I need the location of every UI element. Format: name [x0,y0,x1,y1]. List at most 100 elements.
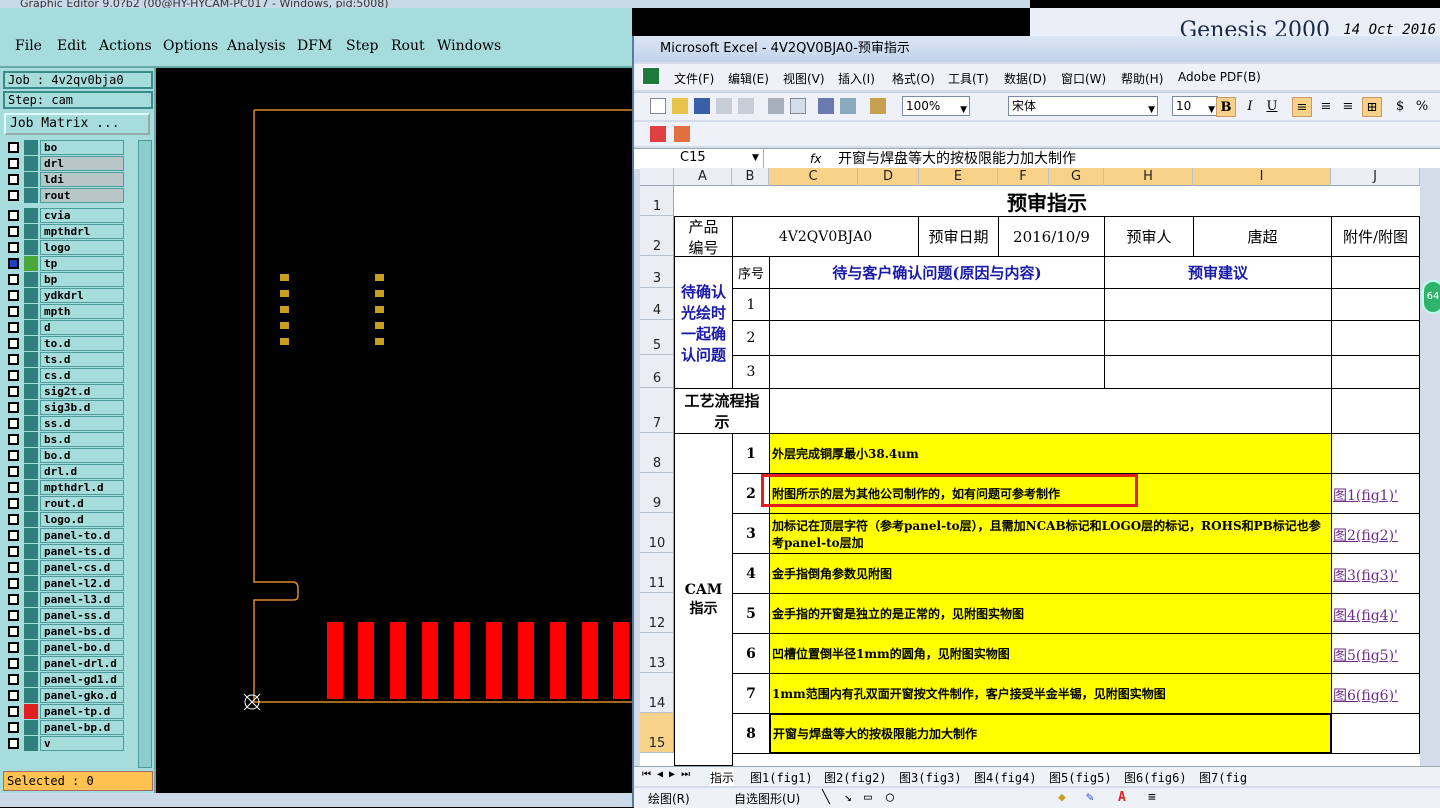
layer-name[interactable]: mpth [40,304,124,319]
pending-row-no[interactable]: 2 [732,320,770,356]
sheet-tab[interactable]: 图3(fig3) [899,769,962,786]
layer-checkbox[interactable] [8,690,19,701]
layer-checkbox[interactable] [8,626,19,637]
suggestion-cell[interactable] [1104,288,1332,321]
row-header[interactable]: 12 [640,593,674,633]
cam-instruction[interactable]: 开窗与焊盘等大的按极限能力加大制作 [769,713,1332,754]
layer-color-swatch[interactable] [24,188,38,203]
layer-checkbox[interactable] [8,174,19,185]
cam-instruction[interactable]: 金手指倒角参数见附图 [769,553,1332,594]
job-matrix-button[interactable]: Job Matrix ... [4,113,150,135]
spelling-icon[interactable] [818,98,834,114]
issue-cell[interactable] [769,288,1105,321]
attachment-cell[interactable] [1331,320,1420,356]
sheet-title[interactable]: 预审指示 [674,186,1420,216]
layer-row[interactable]: tp [4,256,126,271]
arrow-icon[interactable]: ↘ [844,790,852,805]
layer-color-swatch[interactable] [24,464,38,479]
product-label[interactable]: 产品编号 [674,216,733,257]
layer-name[interactable]: bo.d [40,448,124,463]
layer-checkbox[interactable] [8,642,19,653]
layer-checkbox[interactable] [8,466,19,477]
xl-menu-format[interactable]: 格式(O) [892,70,935,87]
cam-instruction[interactable]: 外层完成铜厚最小38.4um [769,433,1332,474]
sheet-tab[interactable]: 图7(fig [1199,769,1247,786]
layer-row[interactable]: bp [4,272,126,287]
xl-menu-edit[interactable]: 编辑(E) [728,70,769,87]
sheet-tab[interactable]: 图1(fig1) [750,769,813,786]
layer-row[interactable]: mpthdrl [4,224,126,239]
attachment-label[interactable]: 附件/附图 [1331,216,1420,257]
layer-color-swatch[interactable] [24,480,38,495]
cam-row-no[interactable]: 3 [732,513,770,554]
layer-color-swatch[interactable] [24,432,38,447]
figure-link[interactable]: 图2(fig2)' [1333,525,1398,545]
sheet-tab[interactable]: 图5(fig5) [1049,769,1112,786]
issue-header[interactable]: 待与客户确认问题(原因与内容) [769,256,1105,289]
layer-name[interactable]: mpthdrl.d [40,480,124,495]
currency-button[interactable]: $ [1390,97,1410,117]
attachment-cell[interactable] [1331,713,1420,754]
layer-color-swatch[interactable] [24,640,38,655]
layer-color-swatch[interactable] [24,352,38,367]
layer-name[interactable]: rout [40,188,124,203]
formula-input[interactable]: 开窗与焊盘等大的按极限能力加大制作 [838,149,1076,169]
layer-name[interactable]: panel-tp.d [40,704,124,719]
pending-row-no[interactable]: 1 [732,288,770,321]
layer-name[interactable]: logo [40,240,124,255]
cam-instruction[interactable]: 1mm范围内有孔双面开窗按文件制作，客户接受半金半锡，见附图实物图 [769,673,1332,714]
layer-color-swatch[interactable] [24,624,38,639]
col-header-d[interactable]: D [858,168,919,186]
figure-link[interactable]: 图5(fig5)' [1333,645,1398,665]
layer-row[interactable]: panel-bo.d [4,640,126,655]
layer-color-swatch[interactable] [24,320,38,335]
layer-checkbox[interactable] [8,142,19,153]
menu-file[interactable]: File [15,38,42,54]
italic-button[interactable]: I [1240,97,1260,117]
tab-nav-icons[interactable]: ⏮ ◀ ▶ ⏭ [642,769,690,780]
layer-color-swatch[interactable] [24,256,38,271]
layer-row[interactable]: v [4,736,126,751]
layer-color-swatch[interactable] [24,496,38,511]
sheet-tab[interactable]: 图6(fig6) [1124,769,1187,786]
graphic-canvas[interactable] [158,68,632,793]
layer-row[interactable]: logo.d [4,512,126,527]
layer-name[interactable]: mpthdrl [40,224,124,239]
layer-color-swatch[interactable] [24,172,38,187]
layer-checkbox[interactable] [8,562,19,573]
pending-row-no[interactable]: 3 [732,355,770,389]
row-header[interactable]: 8 [640,433,674,473]
layer-color-swatch[interactable] [24,140,38,155]
layer-checkbox[interactable] [8,274,19,285]
col-header-g[interactable]: G [1049,168,1104,186]
layer-color-swatch[interactable] [24,688,38,703]
attachment-cell[interactable] [1331,388,1420,434]
align-right-button[interactable]: ≡ [1338,97,1358,117]
layer-list-scrollbar[interactable] [138,140,152,768]
layer-row[interactable]: sig2t.d [4,384,126,399]
layer-checkbox[interactable] [8,530,19,541]
layer-checkbox[interactable] [8,354,19,365]
layer-checkbox[interactable] [8,514,19,525]
layer-row[interactable]: bs.d [4,432,126,447]
save-icon[interactable] [694,98,710,114]
layer-row[interactable]: ss.d [4,416,126,431]
col-header-b[interactable]: B [732,168,769,186]
layer-row[interactable]: cs.d [4,368,126,383]
attachment-cell[interactable] [1331,355,1420,389]
percent-button[interactable]: % [1412,97,1432,117]
layer-checkbox[interactable] [8,158,19,169]
cam-row-no[interactable]: 4 [732,553,770,594]
row-header[interactable]: 3 [640,256,674,288]
name-box[interactable]: C15 [634,149,764,169]
layer-checkbox[interactable] [8,338,19,349]
layer-name[interactable]: panel-cs.d [40,560,124,575]
layer-color-swatch[interactable] [24,272,38,287]
oval-icon[interactable]: ◯ [886,790,894,805]
attachment-cell[interactable] [1331,256,1420,289]
layer-color-swatch[interactable] [24,704,38,719]
cam-label[interactable]: CAM指示 [674,433,733,766]
layer-row[interactable]: logo [4,240,126,255]
layer-checkbox[interactable] [8,306,19,317]
layer-name[interactable]: to.d [40,336,124,351]
